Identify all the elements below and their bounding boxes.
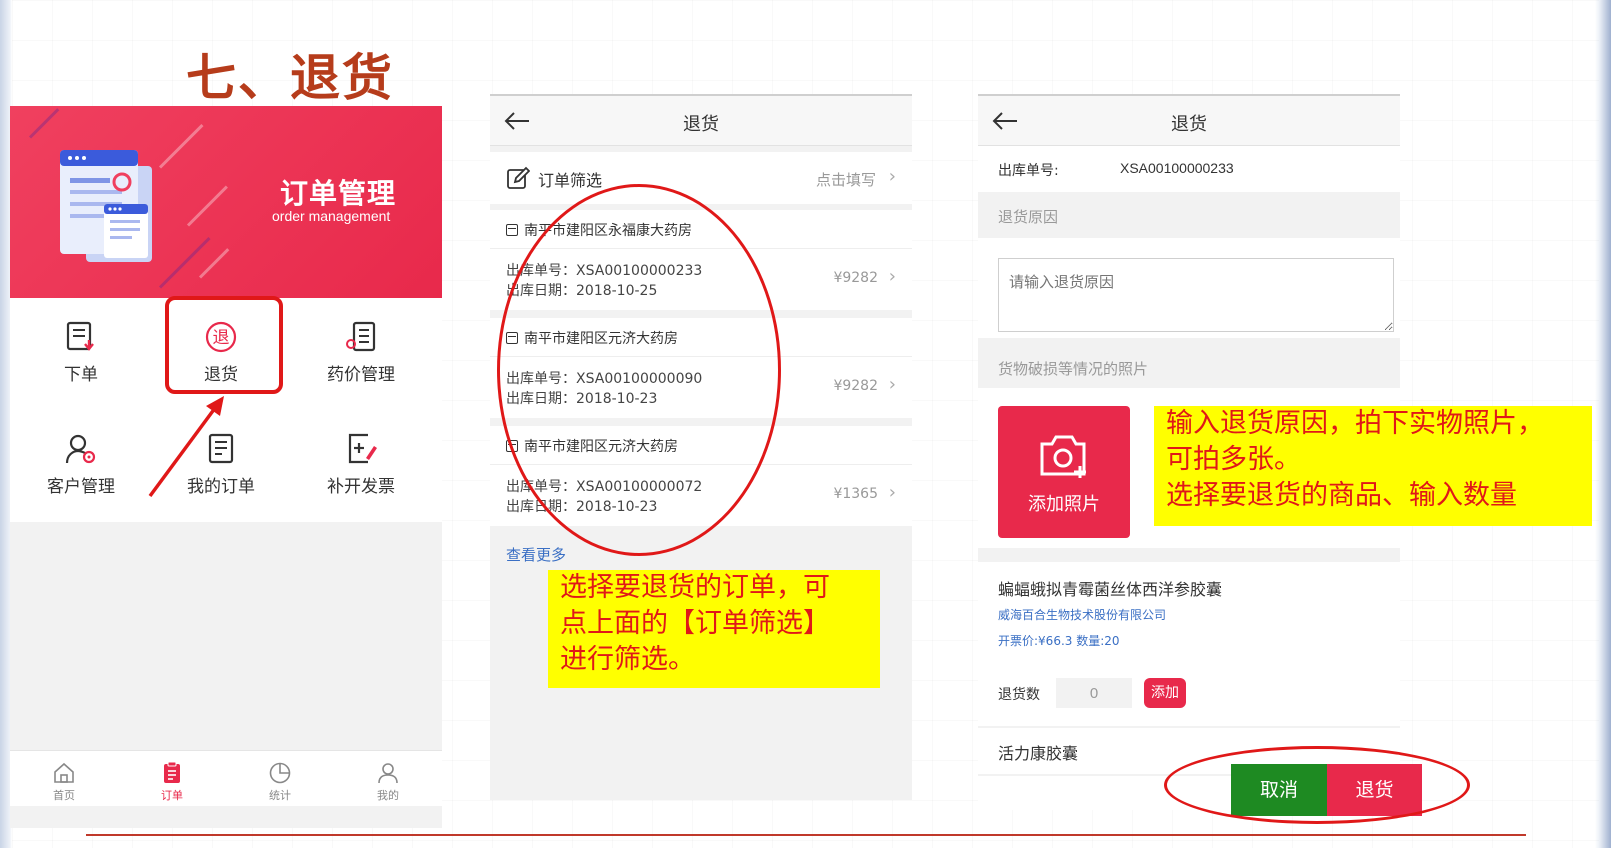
return-form-note: 输入退货原因，拍下实物照片， 可拍多张。 选择要退货的商品、输入数量 <box>1154 406 1592 526</box>
add-product-button[interactable]: 添加 <box>1144 678 1186 708</box>
tab-label: 首页 <box>53 789 75 802</box>
order-selection-note: 选择要退货的订单，可 点上面的【订单筛选】 进行筛选。 <box>548 570 880 688</box>
edit-icon <box>507 166 530 189</box>
return-qty-input[interactable] <box>1056 678 1132 708</box>
tab-statistics[interactable]: 统计 <box>226 751 334 807</box>
tab-mine[interactable]: 我的 <box>334 751 442 807</box>
note-line: 选择要退货的商品、输入数量 <box>1166 480 1517 511</box>
slide-bottom-rule <box>86 834 1526 836</box>
chevron-right-icon: › <box>888 374 896 395</box>
tab-label: 我的 <box>377 789 399 802</box>
product-company: 威海百合生物技术股份有限公司 <box>998 608 1167 622</box>
return-qty-label: 退货数 <box>998 687 1040 703</box>
tab-label: 订单 <box>161 789 183 802</box>
order-filter-row[interactable]: 订单筛选 点击填写 › <box>490 152 912 204</box>
nav-title: 退货 <box>683 114 719 135</box>
chevron-right-icon: › <box>888 166 896 187</box>
price-list-icon <box>346 321 376 352</box>
outbound-label: 出库单号: <box>998 163 1059 179</box>
order-amount: ¥9282 <box>833 270 878 286</box>
grid-item-new-order[interactable]: 下单 <box>26 298 136 398</box>
product-price-quantity: 开票价:¥66.3 数量:20 <box>998 634 1120 648</box>
store-icon <box>506 224 518 236</box>
invoice-edit-icon <box>348 433 377 464</box>
chevron-right-icon: › <box>888 266 896 287</box>
chevron-right-icon: › <box>888 482 896 503</box>
note-line: 选择要退货的订单，可 <box>560 572 830 603</box>
reason-section-title: 退货原因 <box>998 208 1059 226</box>
pointer-arrow-annotation <box>148 396 224 498</box>
camera-add-icon <box>1040 435 1086 478</box>
note-line: 进行筛选。 <box>560 644 695 675</box>
order-management-banner: 订单管理 order management <box>10 106 442 298</box>
tab-orders[interactable]: 订单 <box>118 751 226 807</box>
nav-title: 退货 <box>1171 114 1207 135</box>
buttons-circle-annotation <box>1164 746 1470 824</box>
filter-hint: 点击填写 <box>815 171 876 189</box>
return-highlight-annotation <box>165 296 283 394</box>
filter-label: 订单筛选 <box>538 171 603 190</box>
add-photo-label: 添加照片 <box>1028 494 1100 515</box>
grid-item-label: 客户管理 <box>47 477 115 497</box>
return-reason-input[interactable] <box>998 258 1394 332</box>
product-name-2: 活力康胶囊 <box>998 744 1079 763</box>
grid-item-label: 补开发票 <box>327 477 395 497</box>
outbound-value: XSA00100000233 <box>1120 160 1234 176</box>
new-order-icon <box>66 321 94 351</box>
tab-home[interactable]: 首页 <box>10 751 118 807</box>
document-illustration-icon <box>60 150 152 262</box>
nav-bar: 退货 <box>490 96 912 146</box>
bottom-tab-bar: 首页 订单 统计 我的 <box>10 750 442 806</box>
nav-bar: 退货 <box>978 96 1400 146</box>
pie-chart-icon <box>269 762 291 784</box>
order-amount: ¥1365 <box>833 486 878 502</box>
user-icon <box>378 763 398 784</box>
home-icon <box>54 762 74 783</box>
product-name: 蝙蝠蛾拟青霉菌丝体西洋参胶囊 <box>998 580 1223 599</box>
customer-settings-icon <box>65 434 96 464</box>
grid-item-customer-management[interactable]: 客户管理 <box>26 410 136 510</box>
slide-title: 七、退货 <box>186 49 394 107</box>
photo-section-title: 货物破损等情况的照片 <box>998 360 1149 378</box>
note-line: 输入退货原因，拍下实物照片， <box>1166 408 1544 439</box>
grid-item-label: 药价管理 <box>327 365 395 385</box>
banner-title: 订单管理 <box>280 177 397 210</box>
note-line: 可拍多张。 <box>1166 444 1301 475</box>
order-list-circle-annotation <box>497 184 781 556</box>
order-amount: ¥9282 <box>833 378 878 394</box>
outbound-row: 出库单号: XSA00100000233 <box>978 146 1400 192</box>
grid-item-label: 下单 <box>64 365 98 385</box>
tab-label: 统计 <box>269 789 291 802</box>
banner-subtitle: order management <box>272 208 391 224</box>
clipboard-icon <box>164 761 180 783</box>
view-more-link[interactable]: 查看更多 <box>506 544 566 565</box>
grid-item-reissue-invoice[interactable]: 补开发票 <box>306 410 416 510</box>
note-line: 点上面的【订单筛选】 <box>560 608 830 639</box>
grid-item-price-management[interactable]: 药价管理 <box>306 298 416 398</box>
add-photo-button[interactable]: 添加照片 <box>998 406 1130 538</box>
